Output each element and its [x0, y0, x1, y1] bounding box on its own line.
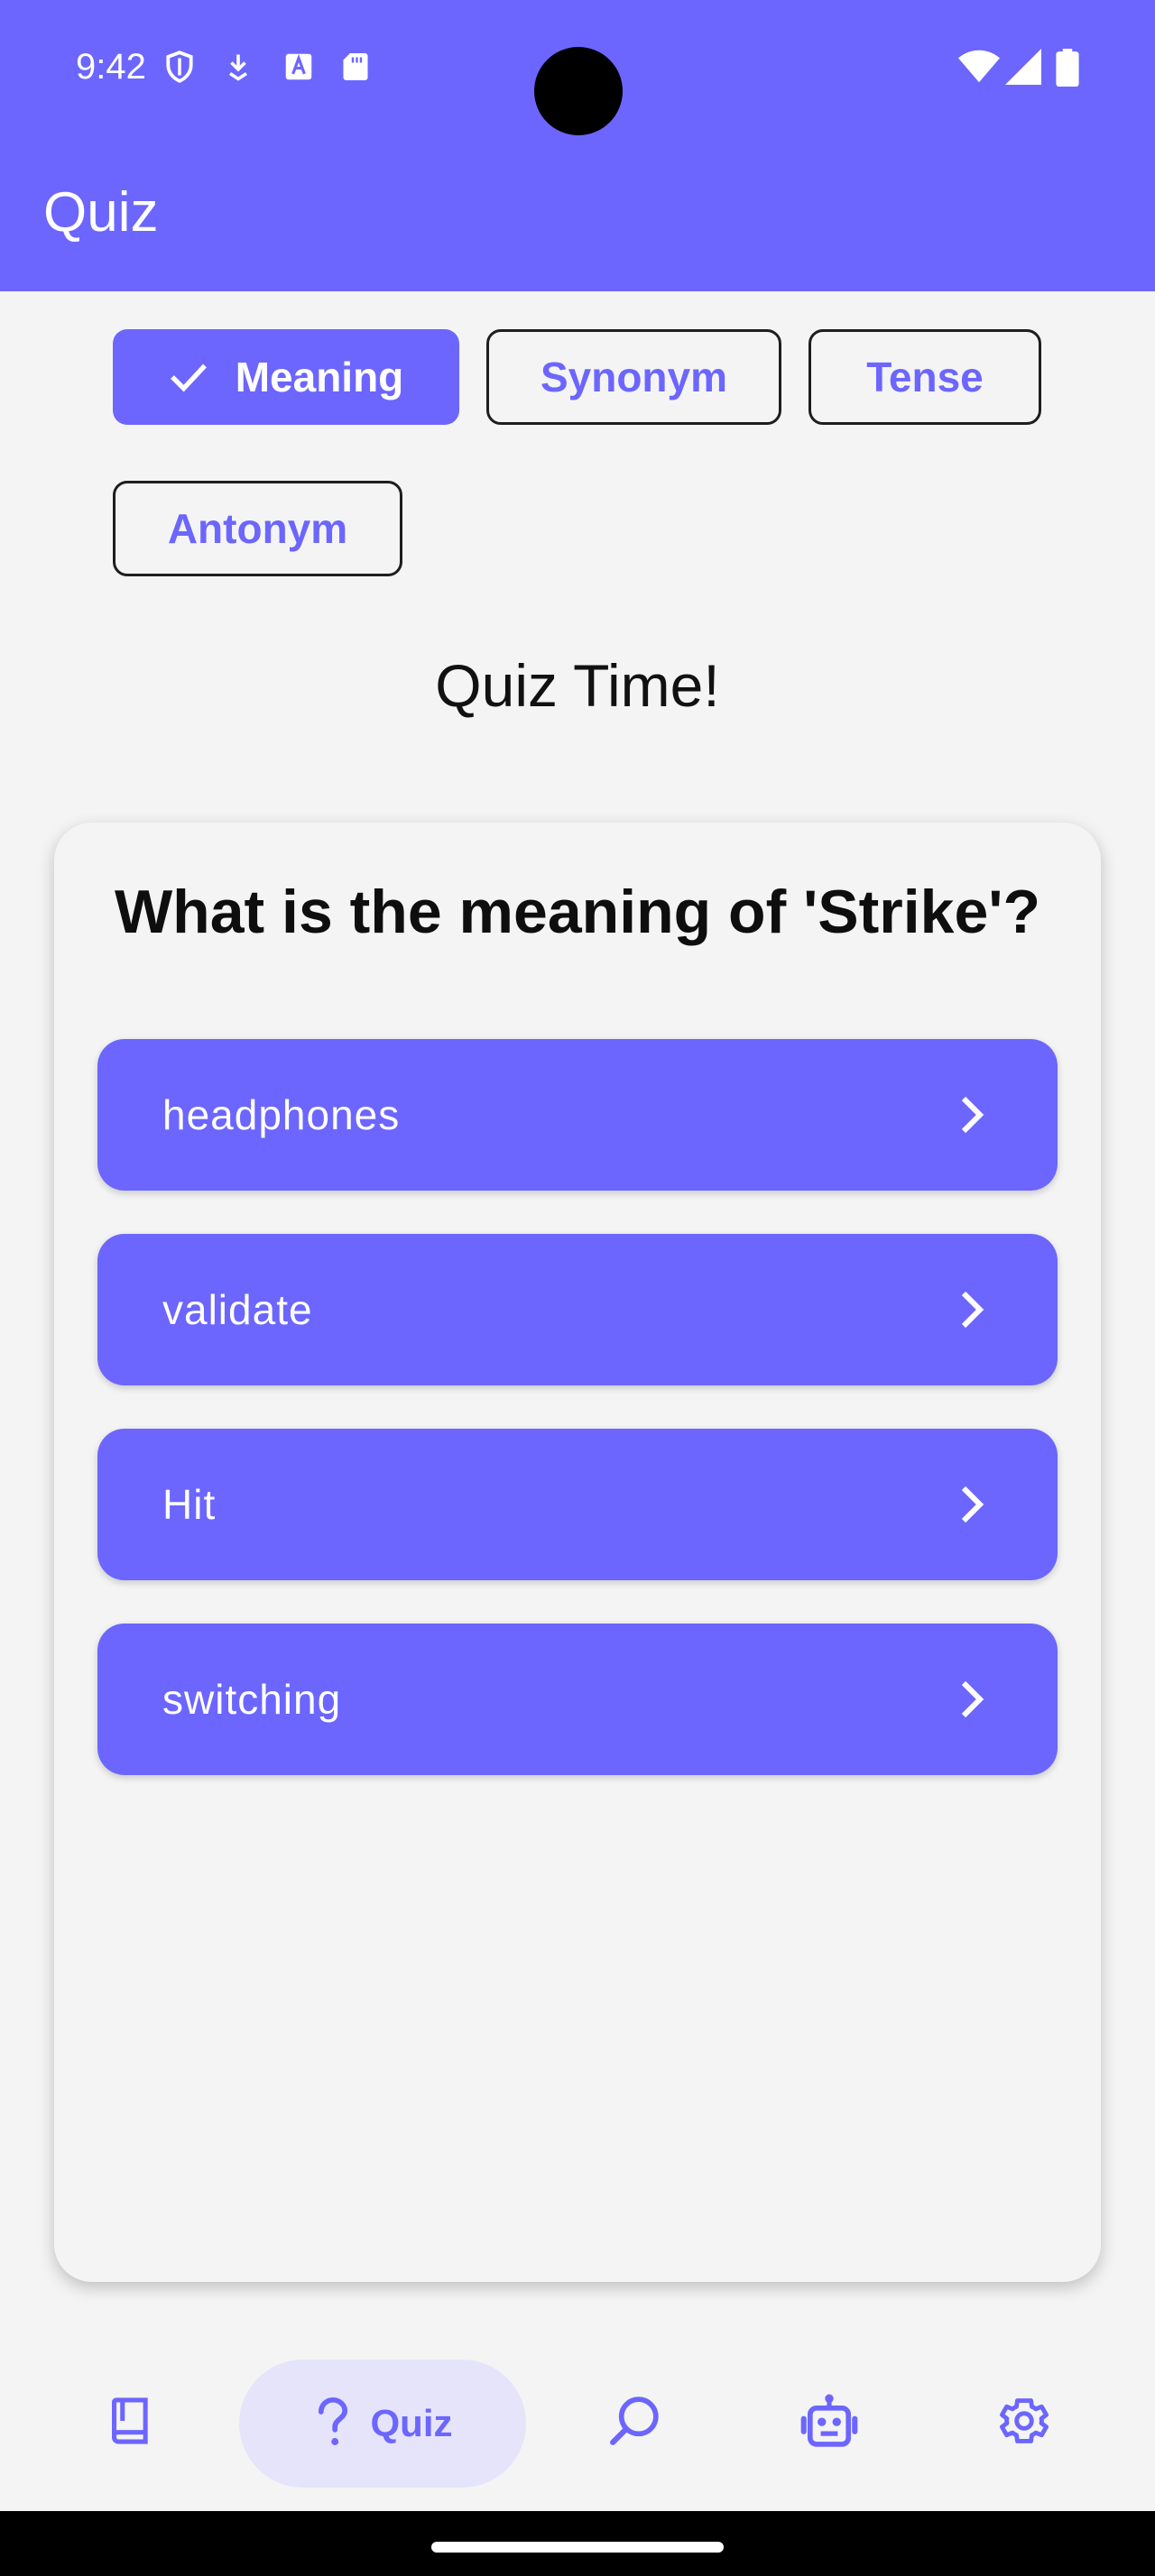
- filter-chip-antonym[interactable]: Antonym: [113, 481, 402, 576]
- sd-card-icon: [339, 49, 372, 89]
- filter-chip-tense[interactable]: Tense: [808, 329, 1041, 425]
- filter-chip-label: Tense: [866, 354, 984, 400]
- book-icon: [106, 2394, 156, 2452]
- chevron-right-icon: [958, 1679, 985, 1719]
- answer-option-label: switching: [162, 1676, 342, 1723]
- answer-option-label: Hit: [162, 1481, 217, 1528]
- quiz-question: What is the meaning of 'Strike'?: [114, 878, 1040, 946]
- filter-chip-meaning[interactable]: Meaning: [113, 329, 459, 425]
- nav-item-label: Quiz: [370, 2402, 453, 2444]
- home-handle[interactable]: [431, 2542, 724, 2553]
- answer-option[interactable]: Hit: [97, 1429, 1058, 1580]
- filter-chip-label: Synonym: [540, 354, 728, 400]
- search-icon: [606, 2393, 662, 2453]
- battery-icon: [1056, 49, 1079, 91]
- app-bar: [0, 144, 1155, 291]
- font-icon: [282, 49, 316, 89]
- download-icon: [222, 49, 254, 89]
- nav-item-library[interactable]: [54, 2334, 208, 2511]
- answer-option[interactable]: headphones: [97, 1039, 1058, 1191]
- bottom-navigation: Quiz: [0, 2334, 1155, 2511]
- quiz-card: What is the meaning of 'Strike'? headpho…: [54, 823, 1101, 2282]
- quiz-heading: Quiz Time!: [435, 652, 720, 719]
- camera-cutout: [534, 47, 623, 135]
- filter-chip-label: Meaning: [235, 354, 404, 400]
- chevron-right-icon: [958, 1290, 985, 1329]
- quiz-icon: [313, 2396, 353, 2452]
- nav-item-quiz[interactable]: Quiz: [239, 2360, 526, 2488]
- shield-icon: [162, 49, 197, 89]
- status-time: 9:42: [76, 47, 146, 87]
- filter-chip-label: Antonym: [167, 505, 348, 552]
- filter-chip-synonym[interactable]: Synonym: [486, 329, 781, 425]
- wifi-icon: [958, 49, 1000, 89]
- nav-item-settings[interactable]: [947, 2334, 1101, 2511]
- nav-item-assistant[interactable]: [753, 2334, 906, 2511]
- check-icon: [169, 361, 208, 393]
- robot-icon: [799, 2393, 859, 2453]
- chevron-right-icon: [958, 1095, 985, 1135]
- answer-option[interactable]: validate: [97, 1234, 1058, 1385]
- answer-option-label: validate: [162, 1286, 313, 1333]
- answer-option-label: headphones: [162, 1091, 401, 1138]
- app-title: Quiz: [43, 181, 159, 244]
- nav-item-search[interactable]: [558, 2334, 711, 2511]
- chevron-right-icon: [958, 1485, 985, 1524]
- answer-option[interactable]: switching: [97, 1624, 1058, 1775]
- settings-icon: [996, 2393, 1052, 2453]
- cellular-signal-icon: [1005, 49, 1041, 89]
